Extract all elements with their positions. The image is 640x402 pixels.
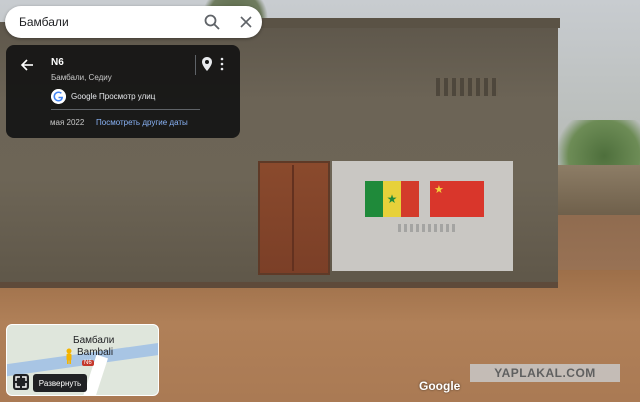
place-title: N6: [51, 57, 64, 68]
stone-wall: [557, 165, 640, 215]
flag-stripe-yellow: ★: [383, 181, 401, 217]
map-label-latin: Bambali: [77, 347, 114, 358]
back-arrow-icon[interactable]: [20, 58, 34, 72]
other-dates-link[interactable]: Посмотреть другие даты: [96, 118, 188, 127]
metal-door: [258, 161, 330, 275]
china-flag: ★: [430, 181, 484, 217]
flag-stripe-red: [401, 181, 419, 217]
location-pin-icon[interactable]: [202, 57, 212, 71]
senegal-flag: ★: [365, 181, 419, 217]
google-g-icon: [51, 89, 66, 104]
vent-grill: [436, 78, 498, 96]
wall-base: [0, 282, 558, 288]
star-icon: ★: [386, 192, 398, 206]
capture-date: мая 2022: [50, 118, 85, 127]
place-subtitle: Бамбали, Седиу: [51, 73, 112, 82]
map-label-local: Бамбали: [73, 335, 115, 346]
search-box[interactable]: Бамбали: [5, 6, 262, 38]
divider: [195, 55, 196, 75]
expand-button[interactable]: Развернуть: [33, 374, 87, 392]
minimap[interactable]: Бамбали Bambali N6 Развернуть: [6, 324, 159, 396]
divider: [51, 109, 200, 110]
flag-stripe-green: [365, 181, 383, 217]
star-icon: ★: [434, 184, 444, 196]
location-info-card: N6 Бамбали, Седиу Google Просмотр улиц м…: [6, 45, 240, 138]
close-icon[interactable]: [239, 15, 253, 29]
roof-parapet: [230, 18, 560, 28]
painted-mural: [332, 161, 513, 271]
yaplakal-watermark: YAPLAKAL.COM: [470, 364, 620, 382]
road-shield: N6: [82, 360, 94, 366]
google-watermark: Google: [419, 379, 461, 393]
more-vert-icon[interactable]: [220, 57, 224, 71]
mural-scribble: [398, 224, 458, 232]
search-icon[interactable]: [204, 14, 220, 30]
search-input[interactable]: Бамбали: [19, 15, 69, 29]
street-view-panorama[interactable]: ★ ★ Бамбали N6 Бамбали, Седиу Google Про…: [0, 0, 640, 402]
door-seam: [292, 165, 294, 271]
pegman-icon[interactable]: [65, 348, 73, 364]
expand-icon[interactable]: [13, 374, 29, 390]
street-view-label: Google Просмотр улиц: [71, 92, 156, 101]
